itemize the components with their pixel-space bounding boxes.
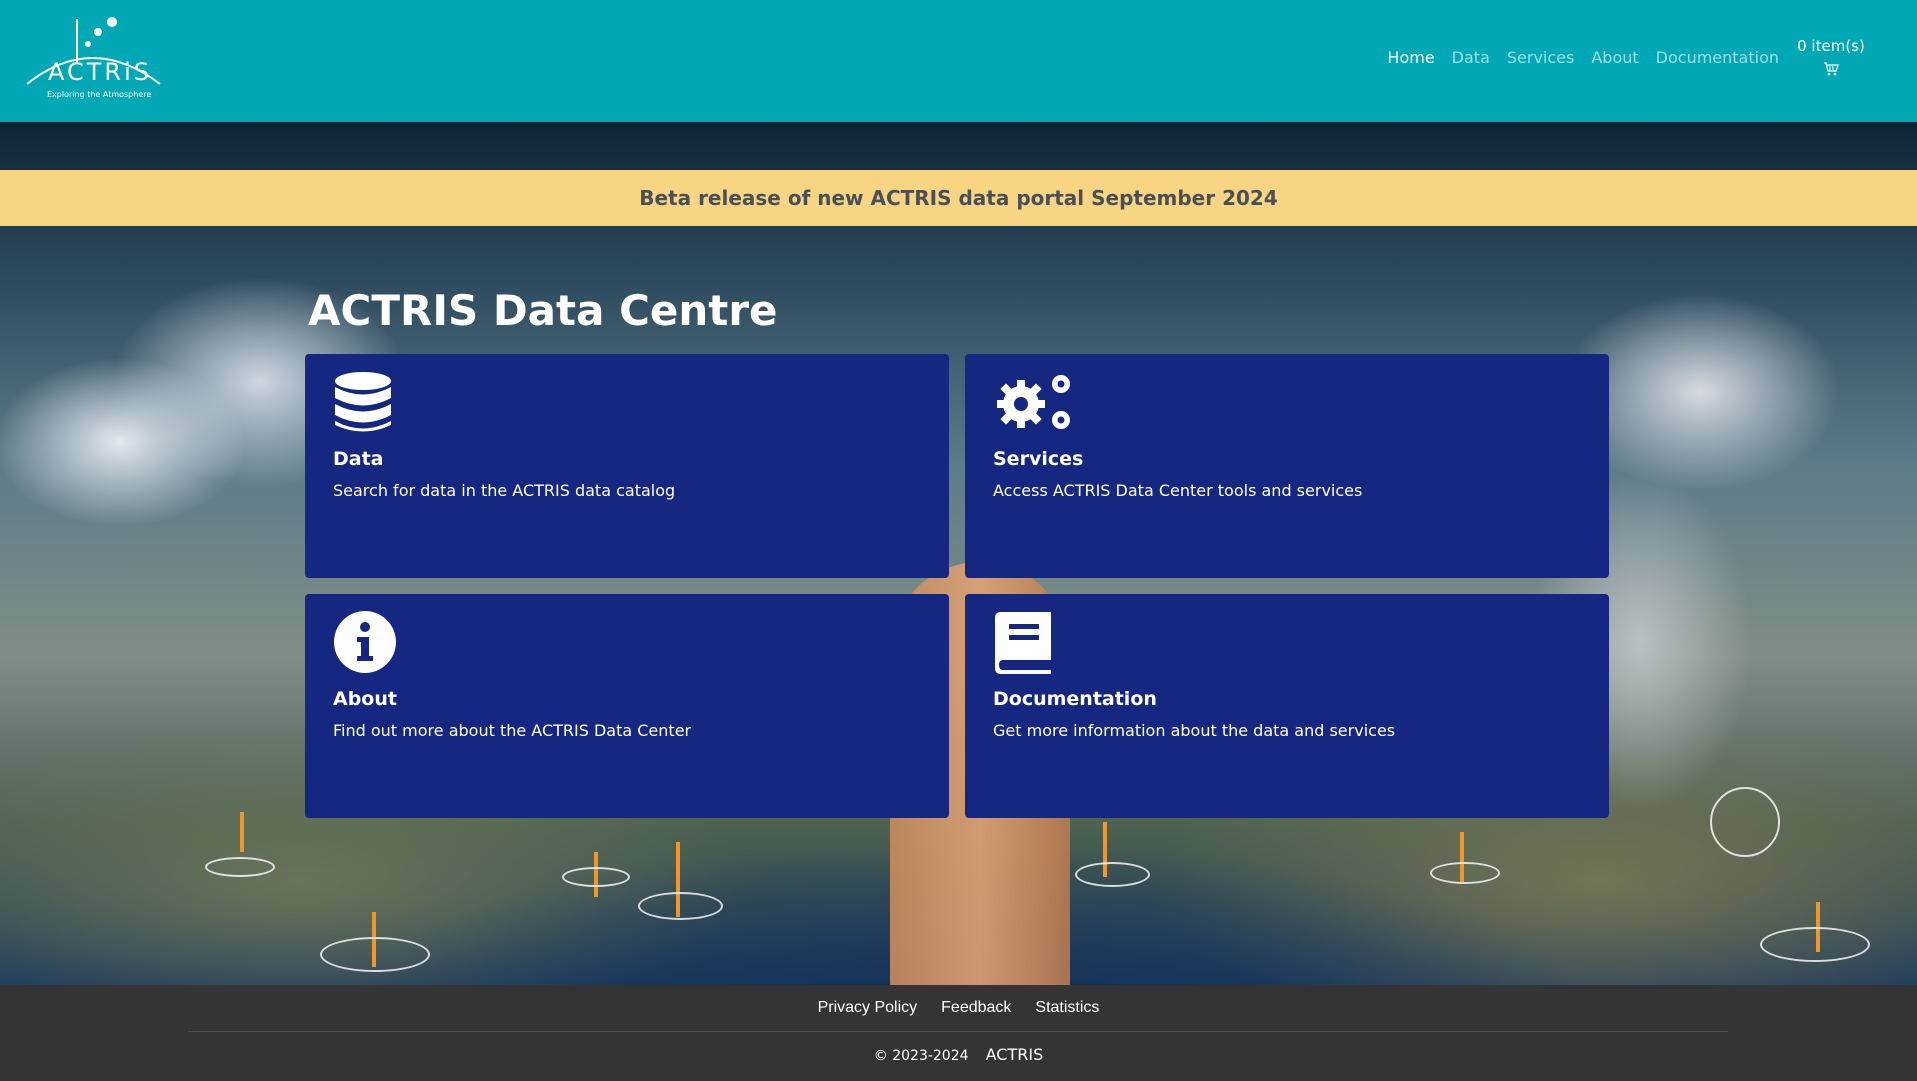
card-about[interactable]: About Find out more about the ACTRIS Dat… (305, 594, 949, 818)
book-icon (995, 612, 1051, 674)
footer: Privacy Policy Feedback Statistics © 202… (0, 985, 1917, 1081)
card-documentation[interactable]: Documentation Get more information about… (965, 594, 1609, 818)
gears-icon (997, 375, 1070, 429)
map-marker-ring (1760, 927, 1870, 962)
map-marker-ring (1430, 862, 1500, 884)
hud-circle (1710, 787, 1780, 857)
nav-home[interactable]: Home (1387, 48, 1434, 67)
card-about-description: Find out more about the ACTRIS Data Cent… (333, 721, 692, 740)
beta-release-banner: Beta release of new ACTRIS data portal S… (0, 170, 1917, 226)
cart-icon (1824, 62, 1839, 76)
top-navbar: ACTRiS Exploring the Atmosphere Home Dat… (0, 0, 1917, 122)
copyright-years: © 2023-2024 (873, 1048, 969, 1064)
footer-link-privacy-policy[interactable]: Privacy Policy (818, 999, 918, 1017)
nav-documentation[interactable]: Documentation (1656, 48, 1779, 67)
copyright-org: ACTRIS (985, 1045, 1044, 1064)
main-nav: Home Data Services About Documentation (1387, 48, 1779, 67)
card-documentation-description: Get more information about the data and … (993, 721, 1396, 740)
logo-wordmark: ACTRiS (48, 58, 152, 86)
card-services-title: Services (993, 448, 1084, 470)
nav-about[interactable]: About (1591, 48, 1638, 67)
card-documentation-title: Documentation (993, 688, 1157, 710)
card-about-title: About (333, 688, 397, 710)
database-icon (335, 372, 391, 432)
cart-button[interactable]: 0 item(s) (1781, 37, 1881, 77)
nav-services[interactable]: Services (1507, 48, 1574, 67)
logo-tagline: Exploring the Atmosphere (47, 90, 152, 99)
map-marker-ring (638, 892, 723, 920)
footer-copyright: © 2023-2024 ACTRIS (0, 1045, 1917, 1064)
nav-data[interactable]: Data (1452, 48, 1490, 67)
card-services-description: Access ACTRIS Data Center tools and serv… (993, 481, 1363, 500)
footer-link-statistics[interactable]: Statistics (1035, 999, 1099, 1017)
footer-divider (188, 1031, 1728, 1032)
page-title: ACTRIS Data Centre (308, 286, 778, 335)
footer-links: Privacy Policy Feedback Statistics (0, 999, 1917, 1017)
map-marker-ring (320, 937, 430, 972)
hero-background-image (0, 122, 1917, 1002)
map-marker-ring (1075, 862, 1150, 887)
map-marker-ring (205, 857, 275, 877)
banner-text: Beta release of new ACTRIS data portal S… (639, 186, 1278, 210)
card-data-title: Data (333, 448, 384, 470)
map-marker (240, 812, 244, 852)
card-services[interactable]: Services Access ACTRIS Data Center tools… (965, 354, 1609, 578)
map-marker-ring (562, 867, 630, 887)
cart-item-count: 0 item(s) (1797, 37, 1865, 55)
info-icon (334, 611, 396, 673)
footer-link-feedback[interactable]: Feedback (941, 999, 1011, 1017)
card-data-description: Search for data in the ACTRIS data catal… (333, 481, 676, 500)
card-data[interactable]: Data Search for data in the ACTRIS data … (305, 354, 949, 578)
